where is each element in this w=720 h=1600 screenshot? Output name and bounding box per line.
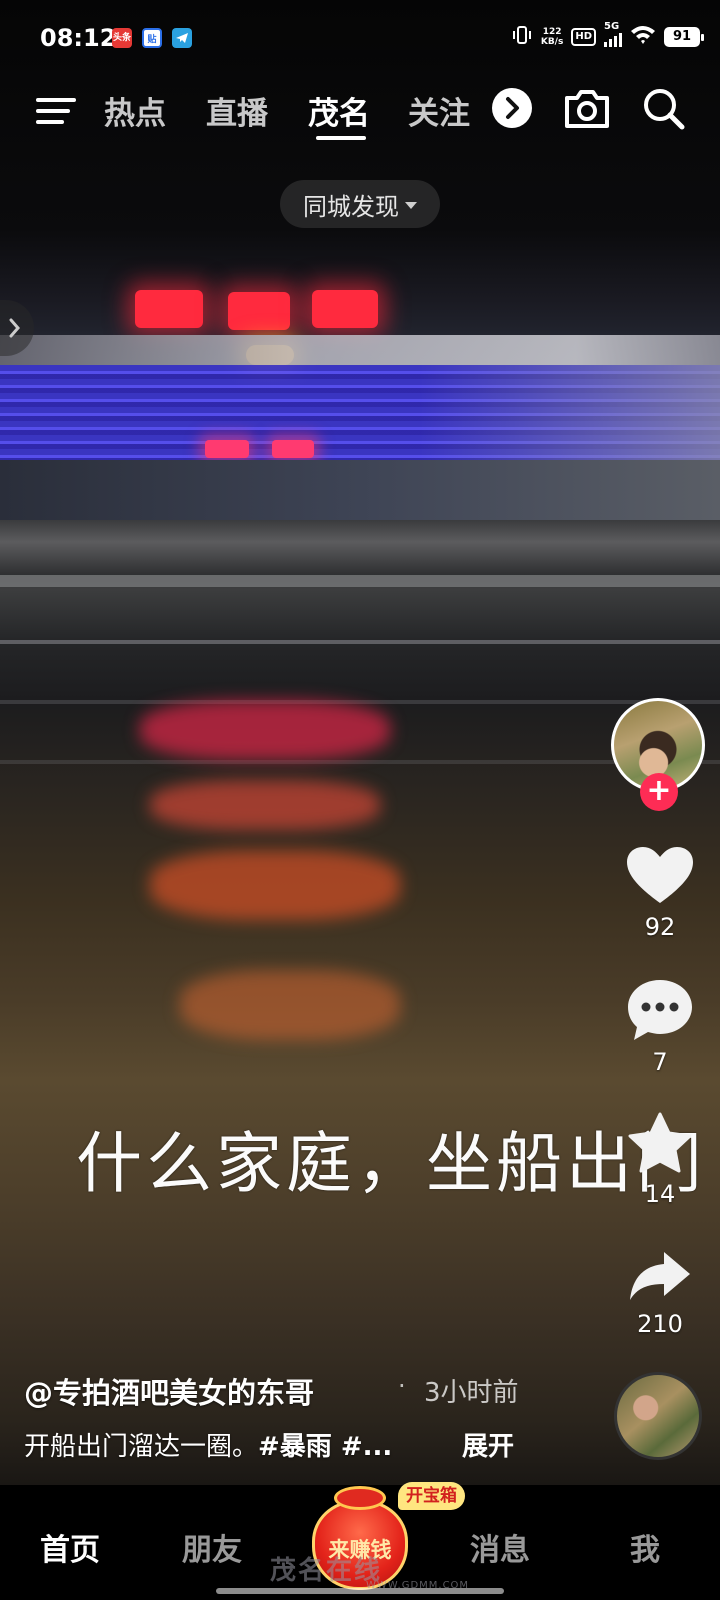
red-bag-knot [334, 1486, 386, 1510]
star-icon [628, 1112, 692, 1173]
search-icon [644, 89, 685, 130]
tab-messages[interactable]: 消息 [470, 1525, 530, 1569]
city-discovery-label: 同城发现 [303, 192, 399, 221]
tab-friends[interactable]: 朋友 [182, 1525, 242, 1569]
small-sign [205, 440, 249, 458]
road-rail [0, 575, 720, 587]
side-drawer-handle[interactable] [0, 300, 34, 356]
comment-icon [628, 980, 692, 1040]
author-name[interactable]: @专拍酒吧美女的东哥 [24, 1370, 314, 1412]
camera-icon [565, 90, 609, 128]
signal-icon: 5G [604, 21, 622, 47]
separator-dot: · [398, 1372, 406, 1400]
expand-button[interactable]: 展开 [462, 1426, 514, 1463]
building-roof [0, 335, 720, 365]
toutiao-notification-icon: 头条 [112, 28, 132, 48]
menu-icon[interactable] [36, 94, 76, 128]
flooded-road [0, 520, 720, 575]
neon-reflection [150, 850, 400, 920]
status-bar: 08:12 头条 贴 122 KB/s HD 5G 91 [0, 0, 720, 70]
water-ripple [0, 640, 720, 644]
description-text: 开船出门溜达一圈。 [24, 1432, 259, 1462]
chevron-right-icon [506, 97, 519, 119]
camera-button[interactable] [562, 86, 612, 130]
caret-down-icon [405, 201, 417, 209]
neon-sign-char [312, 290, 378, 328]
tieba-notification-icon: 贴 [142, 28, 162, 48]
telegram-notification-icon [172, 28, 192, 48]
net-speed-value: 122 [542, 27, 562, 37]
share-count: 210 [637, 1310, 683, 1338]
comment-button[interactable]: 7 [610, 978, 710, 1076]
hashtags[interactable]: #暴雨 #... [258, 1432, 392, 1462]
neon-sign-char [135, 290, 203, 328]
more-tabs-button[interactable] [492, 88, 532, 128]
music-disc[interactable] [614, 1372, 702, 1460]
net-speed: 122 KB/s [541, 27, 563, 47]
like-count: 92 [644, 913, 676, 941]
building-base [0, 460, 720, 520]
home-indicator[interactable] [216, 1588, 504, 1594]
search-button[interactable] [640, 84, 690, 134]
comment-count: 7 [652, 1048, 668, 1076]
neon-reflection [180, 970, 400, 1040]
open-chest-badge[interactable]: 开宝箱 [398, 1482, 465, 1510]
follow-button[interactable]: + [640, 773, 678, 811]
net-speed-unit: KB/s [540, 37, 564, 47]
like-button[interactable]: 92 [610, 845, 710, 941]
neon-reflection [140, 700, 390, 760]
hd-badge: HD [571, 28, 596, 46]
favorite-count: 14 [644, 1180, 676, 1208]
water-ripple [0, 700, 720, 704]
post-description: 开船出门溜达一圈。#暴雨 #... [24, 1426, 392, 1463]
wifi-icon [630, 25, 656, 49]
share-button[interactable]: 210 [610, 1248, 710, 1338]
chevron-right-icon [9, 318, 20, 338]
tab-live[interactable]: 直播 [206, 88, 268, 133]
vibrate-icon [511, 24, 533, 50]
neon-sign-char [228, 292, 290, 330]
tab-hot[interactable]: 热点 [104, 88, 166, 133]
battery-indicator: 91 [664, 27, 704, 47]
city-discovery-dropdown[interactable]: 同城发现 [280, 180, 440, 228]
network-type: 5G [604, 21, 620, 32]
post-time: 3小时前 [424, 1378, 519, 1408]
small-sign [272, 440, 314, 458]
building-facade-fade [420, 365, 720, 460]
share-icon [630, 1252, 690, 1300]
tab-maoming[interactable]: 茂名 [308, 88, 370, 133]
tab-following[interactable]: 关注 [408, 88, 478, 133]
heart-icon [627, 847, 693, 903]
active-tab-underline [316, 136, 366, 140]
water-ripple [0, 760, 720, 764]
tab-home[interactable]: 首页 [40, 1525, 100, 1569]
favorite-button[interactable]: 14 [610, 1112, 710, 1208]
neon-reflection [150, 780, 380, 830]
tab-me[interactable]: 我 [630, 1525, 660, 1569]
status-time: 08:12 [40, 24, 117, 52]
top-navigation: 热点 直播 茂名 关注 [0, 80, 720, 150]
